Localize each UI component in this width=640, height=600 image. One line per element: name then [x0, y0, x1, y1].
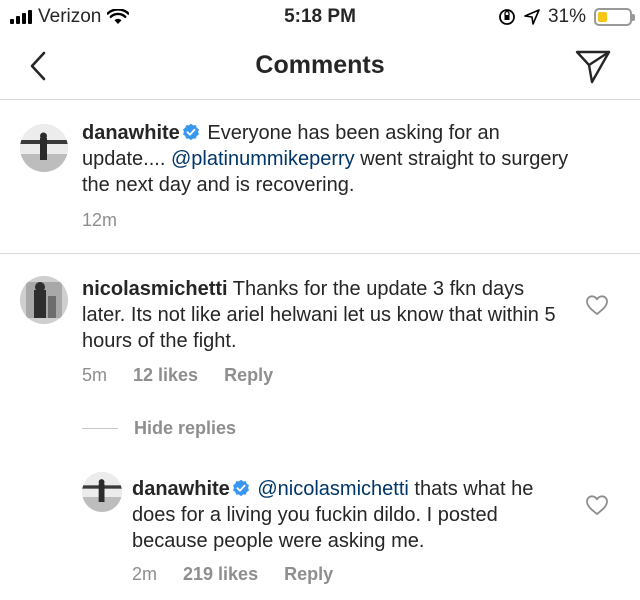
reply-username[interactable]: danawhite: [132, 478, 230, 500]
status-right: 31%: [498, 6, 635, 28]
location-icon: [524, 9, 540, 25]
orientation-lock-icon: [499, 9, 515, 25]
caption-mention[interactable]: @platinummikeperry: [171, 148, 355, 170]
avatar[interactable]: [20, 124, 68, 172]
likes-count[interactable]: 219 likes: [183, 564, 258, 585]
comment-time: 5m: [82, 365, 108, 385]
caption-username[interactable]: danawhite: [82, 122, 180, 144]
divider: [82, 428, 118, 429]
heart-icon[interactable]: [585, 293, 609, 317]
avatar[interactable]: [20, 276, 68, 324]
page-title: Comments: [255, 51, 385, 79]
comment-username[interactable]: nicolasmichetti: [82, 278, 228, 300]
send-button[interactable]: [574, 47, 614, 87]
likes-count[interactable]: 12 likes: [133, 365, 198, 386]
comment-meta: 5m 12 likes Reply: [82, 365, 273, 386]
avatar-image: [82, 472, 122, 512]
battery-percent: 31%: [547, 6, 586, 27]
reply-text: danawhite @nicolasmichetti thats what he…: [132, 476, 562, 554]
hide-replies-toggle[interactable]: Hide replies: [82, 418, 236, 439]
caption-text: danawhite Everyone has been asking for a…: [82, 120, 582, 198]
send-icon: [575, 50, 611, 84]
reply-mention[interactable]: @nicolasmichetti: [257, 478, 408, 500]
avatar-image: [20, 124, 68, 172]
avatar-image: [20, 276, 68, 324]
caption-meta: 12m: [82, 210, 117, 231]
heart-icon[interactable]: [585, 493, 609, 517]
reply-button[interactable]: Reply: [224, 365, 273, 386]
avatar[interactable]: [82, 472, 122, 512]
nav-bar: Comments: [0, 34, 640, 100]
verified-badge-icon: [232, 479, 249, 497]
battery-icon: [594, 8, 635, 26]
reply-button[interactable]: Reply: [284, 564, 333, 585]
caption: danawhite Everyone has been asking for a…: [0, 100, 640, 254]
reply-meta: 2m 219 likes Reply: [132, 564, 333, 585]
comment-text: nicolasmichetti Thanks for the update 3 …: [82, 276, 562, 354]
reply-time: 2m: [132, 564, 158, 584]
caption-time: 12m: [82, 210, 118, 230]
hide-replies-label: Hide replies: [134, 418, 237, 438]
verified-badge-icon: [182, 123, 199, 141]
status-bar: Verizon 5:18 PM 31%: [0, 0, 640, 34]
